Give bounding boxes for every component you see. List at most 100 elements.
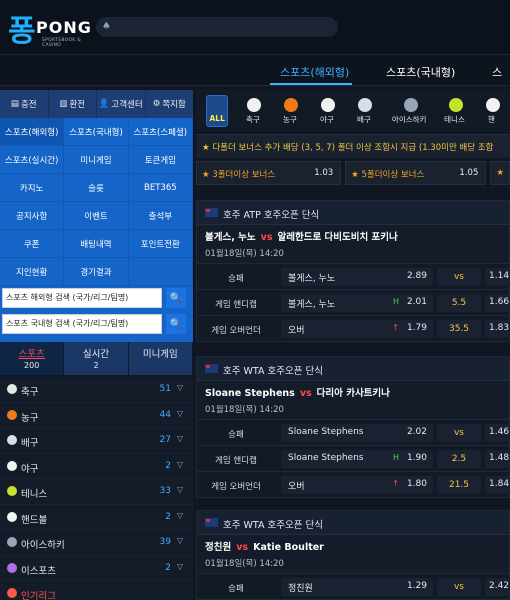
bonus-3-folder[interactable]: ★ 3폴더이상 보너스 1.03 [196, 161, 342, 185]
selection-name: 볼게스, 누노 [288, 300, 336, 310]
home-odds-button[interactable]: 오버 ↑ 1.80 [281, 476, 433, 494]
sport-item-baseball[interactable]: 야구 2 ▽ [0, 453, 193, 479]
bonus-odds: 1.03 [314, 168, 334, 178]
chevron-down-icon: ▽ [176, 536, 183, 545]
match-time: 01월18일(목) 14:20 [197, 245, 509, 263]
match-teams: Sloane Stephens vs 다리아 카사트키나 [197, 381, 509, 401]
overseas-search-input[interactable]: 스포츠 해외형 검색 (국가/리그/팀명) [2, 288, 162, 308]
sport-filter-label: 야구 [319, 115, 334, 124]
sport-filter-soccer[interactable]: 축구 [234, 90, 271, 132]
main-content: ALL 축구 농구 야구 배구 아이스하키 테니스 핸 ★ 다폴더 보너스 추가… [196, 90, 510, 600]
odds-value: 1.80 [406, 479, 427, 489]
menu-item[interactable]: 쿠폰 [0, 230, 65, 258]
sport-item-icehockey[interactable]: 아이스하키 39 ▽ [0, 530, 193, 556]
menu-item[interactable]: 슬롯 [64, 174, 129, 202]
menu-item[interactable]: 이벤트 [64, 202, 129, 230]
sport-item-tennis[interactable]: 테니스 33 ▽ [0, 479, 193, 505]
league-name: 호주 ATP 호주오픈 단식 [223, 210, 320, 221]
sport-item-count: 51 [159, 384, 171, 394]
menu-item[interactable]: 스포츠(실시간) [0, 146, 65, 174]
support-button[interactable]: 👤 고객센터 [97, 90, 146, 118]
tab-live[interactable]: 실시간 2 [64, 342, 129, 375]
sport-item-count: 2 [165, 562, 171, 573]
tab-minigame-label: 미니게임 [142, 349, 178, 360]
sport-filter-handball[interactable]: 핸 [473, 90, 510, 132]
odds-value: 2.89 [406, 271, 427, 281]
chevron-down-icon: ▽ [176, 561, 183, 571]
sport-filter-icehockey[interactable]: 아이스하키 [382, 90, 436, 132]
home-odds-button[interactable]: 볼게스, 누노 H 2.01 [281, 294, 433, 312]
menu-item[interactable]: 토큰게임 [128, 146, 193, 174]
header-search-input[interactable]: ♠ [96, 17, 338, 37]
home-team: 정친원 [205, 542, 232, 553]
tab-sports[interactable]: 스포츠 200 [0, 342, 65, 375]
bonus-5-folder[interactable]: ★ 5폴더이상 보너스 1.05 [345, 161, 487, 185]
menu-item[interactable]: 지인현황 [0, 258, 65, 286]
basketball-icon [284, 98, 299, 112]
sport-filter-baseball[interactable]: 야구 [308, 90, 345, 132]
match-card: 호주 WTA 호주오픈 단식 정친원 vs Katie Boulter 01월18일… [196, 510, 510, 600]
sport-filter-basketball[interactable]: 농구 [271, 90, 308, 132]
menu-item[interactable]: 스포츠(국내형) [64, 118, 129, 146]
league-header: 호주 WTA 호주오픈 단식 [197, 511, 509, 535]
home-odds-button[interactable]: Sloane Stephens H 1.90 [281, 450, 433, 468]
search-icon[interactable]: 🔍 [166, 314, 186, 334]
sport-item-popular-league[interactable]: 인기리그 [0, 581, 193, 600]
sport-item-soccer[interactable]: 축구 51 ▽ [0, 377, 193, 403]
handicap-icon: H [392, 297, 399, 306]
tab-sports-more[interactable]: 스 [492, 64, 502, 80]
menu-item[interactable]: 카지노 [0, 174, 65, 202]
away-odds-button[interactable]: 2.42 [485, 578, 510, 596]
domestic-search-input[interactable]: 스포츠 국내형 검색 (국가/리그/팀명) [2, 314, 162, 334]
sport-filter-tennis[interactable]: 테니스 [436, 90, 473, 132]
sport-category-tabs: 스포츠 200 실시간 2 미니게임 [0, 342, 193, 375]
home-odds-button[interactable]: 정친원 1.29 [281, 578, 433, 596]
top-nav: 스포츠(해외형) 스포츠(국내형) 스 [0, 56, 510, 86]
messages-button[interactable]: ⚙ 쪽지함 [146, 90, 194, 118]
away-odds-button[interactable]: 1.83 [485, 320, 510, 338]
deposit-icon: ▤ [10, 99, 19, 109]
selection-name: 오버 [288, 482, 305, 492]
all-label: ALL [209, 114, 225, 123]
match-time-text: 01월18일(목) 14:20 [205, 405, 284, 415]
home-odds-button[interactable]: Sloane Stephens 2.02 [281, 424, 433, 442]
tab-sports-domestic[interactable]: 스포츠(국내형) [386, 64, 455, 80]
menu-item[interactable]: 미니게임 [64, 146, 129, 174]
search-icon[interactable]: 🔍 [166, 288, 186, 308]
away-odds-button[interactable]: 1.48 [485, 450, 510, 468]
withdraw-button[interactable]: ▥ 환전 [49, 90, 97, 118]
sport-filter-volleyball[interactable]: 배구 [345, 90, 382, 132]
menu-item[interactable]: BET365 [128, 174, 193, 202]
home-odds-button[interactable]: 볼게스, 누노 2.89 [281, 268, 433, 286]
bonus-label: ★ [496, 168, 504, 178]
menu-item[interactable]: 배팅내역 [64, 230, 129, 258]
menu-item[interactable]: 출석부 [128, 202, 193, 230]
tab-sports-count: 200 [24, 361, 40, 370]
away-odds-button[interactable]: 1.46 [485, 424, 510, 442]
menu-item[interactable]: 스포츠(해외형) [0, 118, 65, 146]
sport-item-volleyball[interactable]: 배구 27 ▽ [0, 428, 193, 454]
home-odds-button[interactable]: 오버 ↑ 1.79 [281, 320, 433, 338]
site-logo[interactable]: 퐁 PONG SPORTSBOOK & CASINO [8, 4, 98, 50]
arrow-up-icon: ↑ [392, 479, 399, 488]
odds-value: 1.79 [406, 323, 427, 333]
menu-item[interactable]: 포인트전환 [128, 230, 193, 258]
away-odds-button[interactable]: 1.84 [485, 476, 510, 494]
odds-value: 2.02 [406, 427, 427, 437]
sport-item-basketball[interactable]: 농구 44 ▽ [0, 402, 193, 428]
sport-item-esports[interactable]: 이스포츠 2 ▽ [0, 555, 193, 581]
soccer-ball-icon [7, 384, 17, 394]
away-odds-button[interactable]: 1.14 [485, 268, 510, 286]
tab-minigame[interactable]: 미니게임 [128, 342, 193, 375]
tab-sports-overseas[interactable]: 스포츠(해외형) [280, 64, 349, 80]
menu-item[interactable]: 경기결과 [64, 258, 129, 286]
australia-flag-icon [205, 208, 218, 217]
deposit-button[interactable]: ▤ 충전 [0, 90, 49, 118]
sport-item-handball[interactable]: 핸드볼 2 ▽ [0, 504, 193, 530]
bonus-more[interactable]: ★ [490, 161, 510, 185]
all-sports-button[interactable]: ALL [206, 95, 229, 127]
away-odds-button[interactable]: 1.66 [485, 294, 510, 312]
australia-flag-icon [205, 518, 218, 527]
menu-item[interactable]: 스포츠(스페셜) [128, 118, 193, 146]
menu-item[interactable]: 공지사항 [0, 202, 65, 230]
